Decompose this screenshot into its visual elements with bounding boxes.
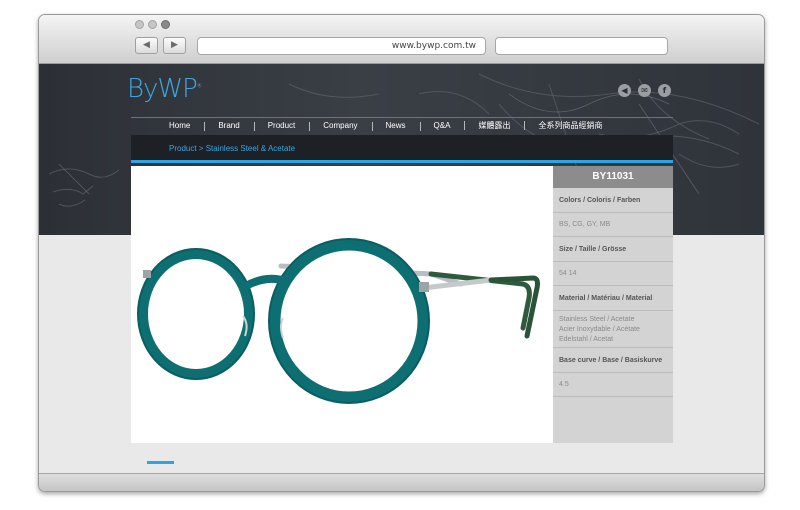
back-button[interactable]: ◀ [135,37,158,54]
breadcrumb-bar: Product > Stainless Steel & Acetate [131,135,673,163]
sound-icon[interactable]: ◀ [618,84,631,97]
product-model: BY11031 [553,166,673,188]
browser-window: ◀ ▶ www.bywp.com.tw ByWP® ◀ ✉ f Home Bra… [38,14,765,492]
mail-icon[interactable]: ✉ [638,84,651,97]
window-zoom-button[interactable] [161,20,170,29]
site-logo[interactable]: ByWP® [127,74,202,104]
spec-label-base-curve: Base curve / Base / Basiskurve [553,348,673,373]
menu-home[interactable]: Home [131,121,204,130]
window-minimize-button[interactable] [148,20,157,29]
breadcrumb[interactable]: Product > Stainless Steel & Acetate [169,144,295,153]
spec-value-material: Stainless Steel / Acetate Acier Inoxydab… [553,311,673,348]
menu-media[interactable]: 媒體露出 [464,120,524,131]
spec-value-base-curve: 4.5 [553,373,673,397]
menu-brand[interactable]: Brand [204,121,253,131]
spec-value-colors: BS, CG, GY, MB [553,213,673,237]
window-close-button[interactable] [135,20,144,29]
menu-product[interactable]: Product [253,121,310,131]
product-spec-panel: BY11031 Colors / Coloris / Farben BS, CG… [553,166,673,443]
product-image-area [131,166,553,443]
eyeglasses-image [137,238,540,404]
spec-label-material: Material / Matériau / Material [553,286,673,311]
facebook-icon[interactable]: f [658,84,671,97]
address-bar[interactable]: www.bywp.com.tw [197,37,486,55]
spec-label-size: Size / Taille / Grösse [553,237,673,262]
left-lens [138,249,254,379]
menu-qa[interactable]: Q&A [419,121,465,131]
section-accent-bar [147,461,174,464]
menu-company[interactable]: Company [309,121,371,131]
forward-button[interactable]: ▶ [163,37,186,54]
site-logo-text: ByWP [127,74,198,104]
main-menu: Home Brand Product Company News Q&A 媒體露出… [131,117,673,132]
registered-mark: ® [196,83,202,90]
menu-news[interactable]: News [371,121,420,131]
spec-label-colors: Colors / Coloris / Farben [553,188,673,213]
spec-value-size: 54 14 [553,262,673,286]
right-lens [269,239,429,403]
browser-toolbar: ◀ ▶ www.bywp.com.tw [39,15,764,64]
menu-dealers[interactable]: 全系列商品經銷商 [524,120,616,131]
browser-search-field[interactable] [495,37,668,55]
browser-bottom-bar [39,473,764,491]
